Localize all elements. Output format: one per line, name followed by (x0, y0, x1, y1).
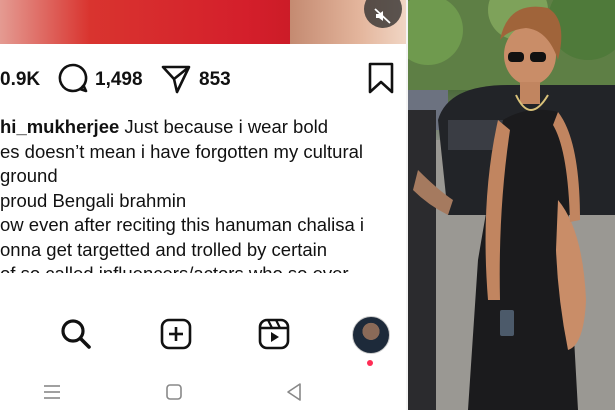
caption-line: ow even after reciting this hanuman chal… (0, 214, 365, 235)
notification-dot (367, 360, 373, 366)
post-media-preview[interactable] (0, 0, 408, 44)
menu-lines-icon[interactable] (43, 384, 61, 400)
caption-line: hi_mukherjee Just because i wear bold (0, 116, 329, 137)
caption-line: es doesn’t mean i have forgotten my cult… (0, 140, 363, 162)
paper-plane-icon[interactable] (160, 63, 192, 95)
nav-create[interactable] (156, 314, 196, 354)
street-scene-illustration (408, 0, 615, 410)
search-icon (61, 319, 91, 349)
reels-icon (258, 318, 290, 350)
comment-bubble-icon[interactable] (57, 62, 89, 94)
plus-square-icon (160, 318, 192, 350)
caption-line: onna get targetted and trolled by certai… (0, 238, 328, 260)
nav-reels[interactable] (254, 314, 294, 354)
caption-line: ground (0, 165, 58, 186)
share-count[interactable]: 853 (199, 69, 231, 91)
caption-line: proud Bengali brahmin (0, 189, 187, 211)
square-home-icon[interactable] (165, 383, 183, 401)
triangle-back-icon[interactable] (285, 382, 303, 402)
nav-search[interactable] (56, 314, 96, 354)
bookmark-icon[interactable] (368, 62, 394, 94)
bottom-nav-bar (0, 306, 408, 366)
avatar[interactable] (352, 316, 390, 354)
video-frame-photo (408, 0, 615, 410)
speaker-muted-icon (374, 8, 391, 24)
post-actions-bar: 0.9K 1,498 853 (0, 60, 408, 100)
caption-line: of so called influencers/actors who so e… (0, 263, 349, 284)
post-caption: hi_mukherjee Just because i wear bold es… (0, 115, 400, 287)
comment-count[interactable]: 1,498 (95, 69, 143, 91)
caption-username[interactable]: hi_mukherjee (0, 116, 119, 137)
instagram-post-screenshot: 0.9K 1,498 853 hi_mukherjee Just because… (0, 0, 408, 410)
system-navigation-bar (0, 372, 408, 410)
like-count[interactable]: 0.9K (0, 69, 40, 91)
